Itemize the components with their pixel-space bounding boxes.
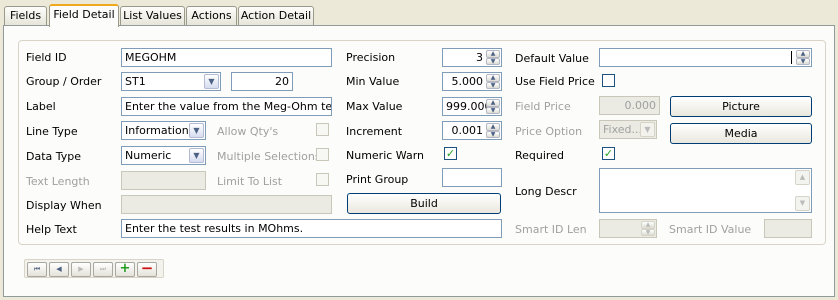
field-id-input[interactable]: MEGOHM [121,48,332,67]
display-when-input[interactable] [121,195,332,214]
data-type-select[interactable]: Numeric ▼ [121,146,206,165]
limit-to-list-label: Limit To List [217,175,283,188]
numeric-warn-label: Numeric Warn [346,149,425,162]
chevron-down-icon[interactable]: ▼ [189,148,204,163]
chevron-down-icon[interactable]: ▼ [189,123,204,138]
label-input[interactable]: Enter the value from the Meg-Ohm test [121,97,332,116]
next-record-icon[interactable]: ▶ [71,262,91,277]
multiple-selections-label: Multiple Selections [217,150,321,163]
order-input[interactable]: 20 [231,72,293,91]
label-label: Label [26,100,56,113]
last-record-icon[interactable]: ⏭ [93,262,113,277]
field-price-label: Field Price [515,100,571,113]
line-type-select[interactable]: Information ▼ [121,121,206,140]
max-value-value: 999.000 [446,100,492,113]
required-label: Required [515,149,564,162]
increment-value: 0.001 [451,124,484,137]
text-length-label: Text Length [26,175,90,188]
smart-id-len-spinner[interactable]: ▲ ▼ [599,219,657,238]
smart-id-value-label: Smart ID Value [669,223,752,236]
long-descr-label: Long Descr [515,185,577,198]
max-value-label: Max Value [346,100,403,113]
allow-qty-label: Allow Qty's [217,125,279,138]
first-record-icon[interactable]: ⏮ [27,262,47,277]
max-value-spinner[interactable]: 999.000 ▲ ▼ [442,97,502,116]
print-group-input[interactable] [442,168,502,187]
chevron-down-icon[interactable]: ▼ [204,74,219,89]
price-option-label: Price Option [515,125,583,138]
data-type-value: Numeric [125,149,172,162]
spinner-arrows-icon[interactable]: ▲ ▼ [486,74,500,89]
smart-id-len-label: Smart ID Len [515,223,587,236]
prev-record-icon[interactable]: ◀ [49,262,69,277]
min-value-value: 5.000 [451,75,484,88]
numeric-warn-checkbox[interactable]: ✓ [444,147,457,160]
text-cursor [791,51,792,64]
scroll-up-icon[interactable]: ▲ [795,170,810,185]
chevron-down-icon[interactable]: ▼ [640,122,655,137]
spinner-arrows-icon[interactable]: ▲ ▼ [486,99,500,114]
min-value-label: Min Value [346,75,400,88]
default-value-input[interactable]: ▲ ▼ [599,48,812,67]
line-type-label: Line Type [26,125,78,138]
price-option-select[interactable]: Fixed... ▼ [599,120,657,139]
print-group-label: Print Group [346,173,409,186]
limit-to-list-checkbox[interactable] [316,173,329,186]
help-text-label: Help Text [26,223,77,236]
increment-label: Increment [346,125,403,138]
min-value-spinner[interactable]: 5.000 ▲ ▼ [442,72,502,91]
field-price-input[interactable]: 0.000 [599,96,660,115]
long-descr-textarea[interactable]: ▲ ▼ [599,168,812,213]
picture-button[interactable]: Picture [670,96,812,117]
build-button[interactable]: Build [347,193,501,214]
price-option-value: Fixed... [603,123,642,136]
delete-record-icon[interactable]: − [137,261,157,277]
multiple-selections-checkbox[interactable] [316,148,329,161]
field-id-label: Field ID [26,51,67,64]
media-button[interactable]: Media [670,123,812,144]
precision-spinner[interactable]: 3 ▲ ▼ [442,48,502,67]
tab-field-detail[interactable]: Field Detail [49,4,119,27]
default-value-label: Default Value [515,52,589,65]
record-navigator-buttons: ⏮ ◀ ▶ ⏭ + − [27,261,157,278]
text-length-input[interactable] [121,171,206,190]
display-when-label: Display When [26,199,102,212]
long-descr-scrollbar[interactable]: ▲ ▼ [795,170,810,211]
scroll-down-icon[interactable]: ▼ [795,196,810,211]
tab-fields[interactable]: Fields [4,6,47,26]
use-field-price-checkbox[interactable] [602,74,615,87]
precision-label: Precision [346,51,396,64]
spinner-arrows-icon[interactable]: ▲ ▼ [486,50,500,65]
tab-action-detail[interactable]: Action Detail [238,6,314,26]
use-field-price-label: Use Field Price [515,75,595,88]
spinner-arrows-icon[interactable]: ▲ ▼ [796,50,810,65]
tab-actions[interactable]: Actions [186,6,237,26]
precision-value: 3 [476,51,483,64]
tab-list-values[interactable]: List Values [120,6,185,26]
spinner-arrows-icon[interactable]: ▲ ▼ [641,221,655,236]
add-record-icon[interactable]: + [115,262,135,277]
help-text-input[interactable]: Enter the test results in MOhms. [121,219,502,238]
increment-spinner[interactable]: 0.001 ▲ ▼ [442,121,502,140]
line-type-value: Information [125,124,189,137]
group-order-label: Group / Order [26,75,102,88]
group-select[interactable]: ST1 ▼ [121,72,221,91]
group-value: ST1 [125,75,146,88]
spinner-arrows-icon[interactable]: ▲ ▼ [486,123,500,138]
data-type-label: Data Type [26,150,82,163]
required-checkbox[interactable]: ✓ [602,147,615,160]
allow-qty-checkbox[interactable] [316,123,329,136]
smart-id-value-input[interactable] [764,219,812,238]
